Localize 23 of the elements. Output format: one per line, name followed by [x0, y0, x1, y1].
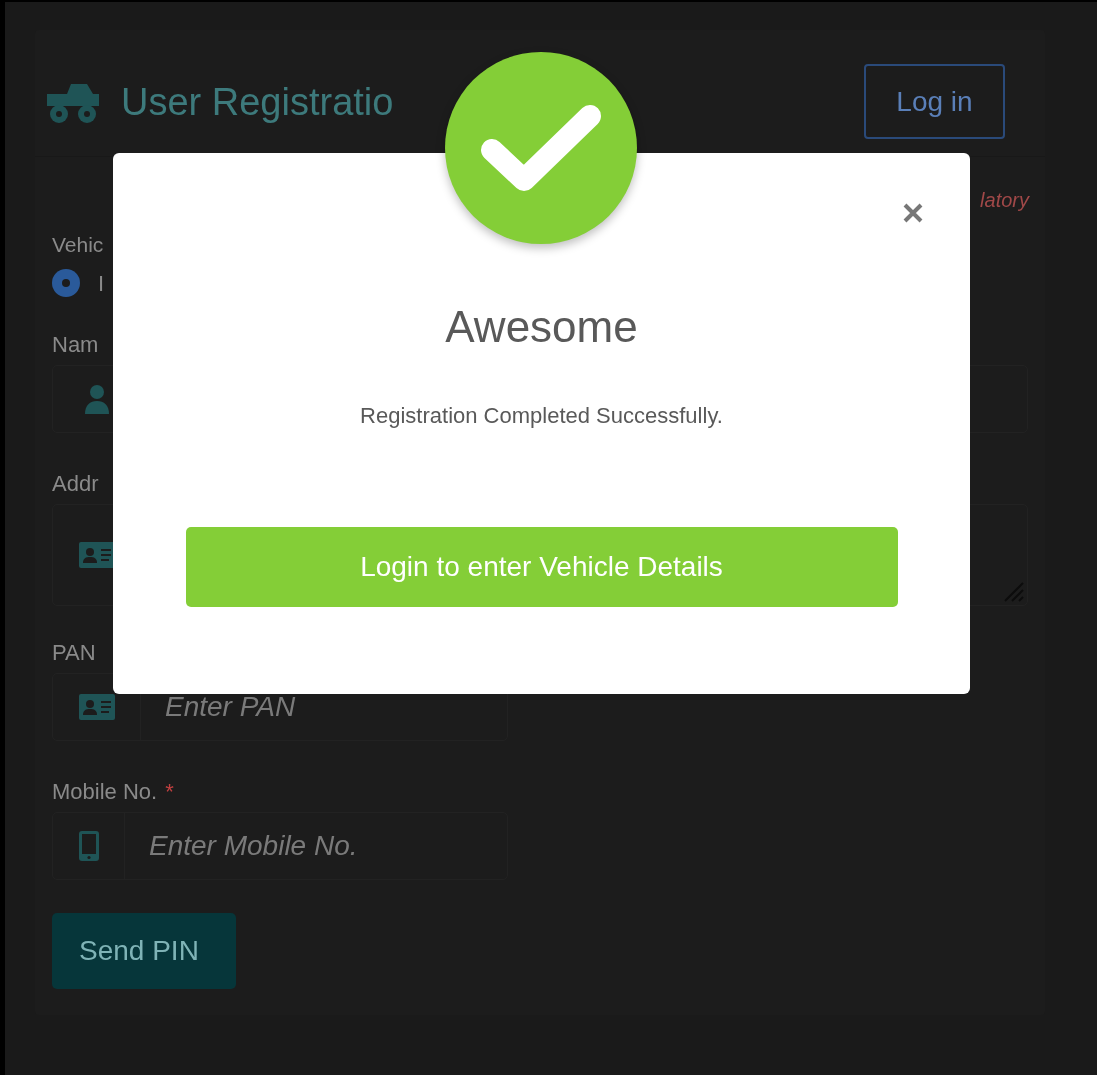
- mandatory-note: latory: [980, 188, 1029, 213]
- dialog-message: Registration Completed Successfully.: [360, 402, 723, 430]
- checkmark-icon: [480, 104, 602, 192]
- id-card-icon: [78, 541, 115, 568]
- page-title: User Registratio: [121, 82, 394, 121]
- person-icon: [83, 383, 110, 414]
- field-label: PAN: [52, 638, 96, 667]
- input-field[interactable]: Enter PAN: [141, 673, 507, 740]
- radio-label: I: [98, 269, 105, 298]
- send-pin-button[interactable]: Send PIN: [52, 912, 236, 989]
- radio-button[interactable]: [52, 269, 80, 297]
- input-field[interactable]: Enter Mobile No.: [52, 811, 508, 880]
- field-label: Vehic: [52, 232, 105, 258]
- required-mark: *: [165, 777, 174, 806]
- field-label: Nam: [52, 330, 99, 359]
- phone-icon: [77, 829, 100, 862]
- login-button[interactable]: Log in: [864, 64, 1005, 139]
- input-field[interactable]: Enter Mobile No.: [125, 812, 507, 879]
- id-card-icon: [78, 693, 115, 720]
- field-label: Addr: [52, 469, 99, 498]
- dialog-title: Awesome: [445, 305, 638, 349]
- field-label: Mobile No.: [52, 777, 158, 806]
- close-icon[interactable]: [902, 202, 924, 224]
